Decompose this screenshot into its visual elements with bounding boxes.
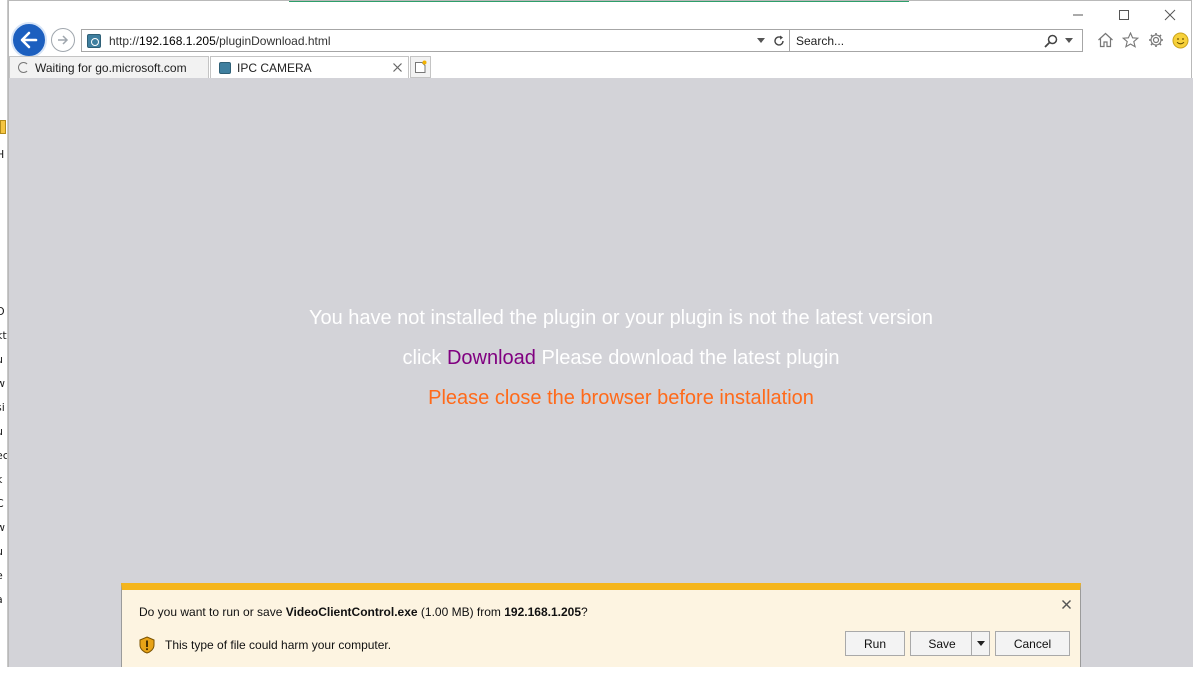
- gear-icon: [1148, 33, 1163, 47]
- browser-window: http://192.168.1.205/pluginDownload.html…: [8, 0, 1193, 668]
- run-button[interactable]: Run: [845, 631, 905, 656]
- download-question: Do you want to run or save VideoClientCo…: [139, 605, 588, 619]
- shield-warning-icon: [139, 636, 155, 654]
- chevron-down-icon: [757, 37, 765, 43]
- save-options-dropdown[interactable]: [971, 632, 989, 655]
- instruction-suffix: Please download the latest plugin: [535, 347, 840, 369]
- security-warning: This type of file could harm your comput…: [139, 636, 391, 654]
- close-tab-button[interactable]: [393, 60, 402, 75]
- question-suffix: ?: [581, 605, 588, 619]
- bg-text-fragment: si: [0, 401, 5, 414]
- new-tab-icon: [415, 60, 427, 73]
- minimize-icon: [1073, 14, 1083, 16]
- bg-text-fragment: H: [0, 148, 4, 161]
- bg-text-fragment: O: [0, 305, 5, 318]
- download-link[interactable]: Download: [447, 347, 536, 369]
- search-provider-dropdown[interactable]: [1060, 31, 1078, 51]
- bg-text-fragment: u: [0, 425, 3, 438]
- maximize-icon: [1119, 10, 1129, 20]
- bg-text-fragment: w: [0, 377, 5, 390]
- url-host: 192.168.1.205: [139, 33, 216, 48]
- bg-text-fragment: e: [0, 569, 3, 582]
- address-bar[interactable]: http://192.168.1.205/pluginDownload.html: [81, 29, 793, 52]
- url-path: /pluginDownload.html: [215, 33, 331, 48]
- folder-icon: [0, 120, 6, 134]
- home-icon: [1098, 32, 1113, 48]
- file-name: VideoClientControl.exe: [285, 605, 418, 619]
- file-size: (1.00 MB) from: [417, 605, 505, 619]
- chevron-down-icon: [976, 640, 985, 646]
- warning-text: This type of file could harm your comput…: [165, 638, 392, 652]
- address-url[interactable]: http://192.168.1.205/pluginDownload.html: [109, 34, 752, 48]
- search-icon: [1044, 34, 1058, 48]
- toolbar-icons: [1095, 29, 1191, 51]
- close-notification-button[interactable]: [1062, 597, 1071, 612]
- home-button[interactable]: [1095, 30, 1116, 51]
- close-icon: [1062, 600, 1071, 609]
- refresh-button[interactable]: [770, 31, 788, 51]
- feedback-button[interactable]: [1170, 30, 1191, 51]
- close-icon: [1164, 9, 1176, 21]
- maximize-button[interactable]: [1109, 5, 1139, 25]
- search-button[interactable]: [1042, 31, 1060, 51]
- search-input[interactable]: Search...: [790, 34, 1042, 48]
- instruction-prefix: click: [402, 347, 447, 369]
- download-instruction: click Download Please download the lates…: [9, 347, 1200, 370]
- minimize-button[interactable]: [1063, 5, 1093, 25]
- site-favicon-icon: [87, 33, 101, 48]
- question-prefix: Do you want to run or save: [139, 605, 286, 619]
- url-prefix: http://: [109, 33, 140, 48]
- page-content: You have not installed the plugin or you…: [9, 78, 1193, 668]
- settings-button[interactable]: [1145, 30, 1166, 51]
- download-notification-bar: Do you want to run or save VideoClientCo…: [121, 583, 1081, 668]
- bg-text-fragment: kt: [0, 329, 7, 342]
- refresh-icon: [774, 35, 784, 46]
- desktop-strip: [0, 667, 1200, 675]
- save-button-label: Save: [928, 636, 956, 651]
- tab-ipc-camera[interactable]: IPC CAMERA: [210, 56, 409, 78]
- download-source: 192.168.1.205: [504, 605, 581, 619]
- tab-label: IPC CAMERA: [237, 60, 312, 75]
- bg-text-fragment: a: [0, 593, 3, 606]
- background-window-sliver: H O kt u w si u ec k C w u e a: [0, 0, 8, 675]
- bg-text-fragment: u: [0, 353, 3, 366]
- new-tab-button[interactable]: [410, 56, 431, 78]
- arrow-left-icon: [20, 31, 38, 49]
- plugin-status-message: You have not installed the plugin or you…: [308, 307, 934, 329]
- favorites-button[interactable]: [1120, 30, 1141, 51]
- bg-text-fragment: ec: [0, 449, 7, 462]
- chevron-down-icon: [1065, 37, 1073, 43]
- star-icon: [1122, 32, 1139, 48]
- save-button[interactable]: Save: [910, 631, 990, 656]
- back-button[interactable]: [11, 22, 47, 58]
- loading-spinner-icon: [18, 62, 29, 73]
- address-dropdown-button[interactable]: [752, 31, 770, 51]
- forward-button[interactable]: [51, 28, 75, 52]
- close-icon: [393, 63, 402, 72]
- tab-label: Waiting for go.microsoft.com: [35, 60, 187, 75]
- smiley-icon: [1172, 32, 1189, 48]
- close-window-button[interactable]: [1155, 5, 1185, 25]
- title-bar-accent: [289, 1, 909, 2]
- bg-text-fragment: u: [0, 545, 3, 558]
- bg-text-fragment: C: [0, 497, 4, 510]
- arrow-right-icon: [58, 35, 69, 45]
- tab-loading[interactable]: Waiting for go.microsoft.com: [9, 56, 209, 78]
- bg-text-fragment: w: [0, 521, 5, 534]
- search-box[interactable]: Search...: [789, 29, 1083, 52]
- bg-text-fragment: k: [0, 473, 2, 486]
- site-favicon-icon: [219, 61, 231, 74]
- cancel-button[interactable]: Cancel: [995, 631, 1070, 656]
- close-browser-warning: Please close the browser before installa…: [428, 387, 814, 409]
